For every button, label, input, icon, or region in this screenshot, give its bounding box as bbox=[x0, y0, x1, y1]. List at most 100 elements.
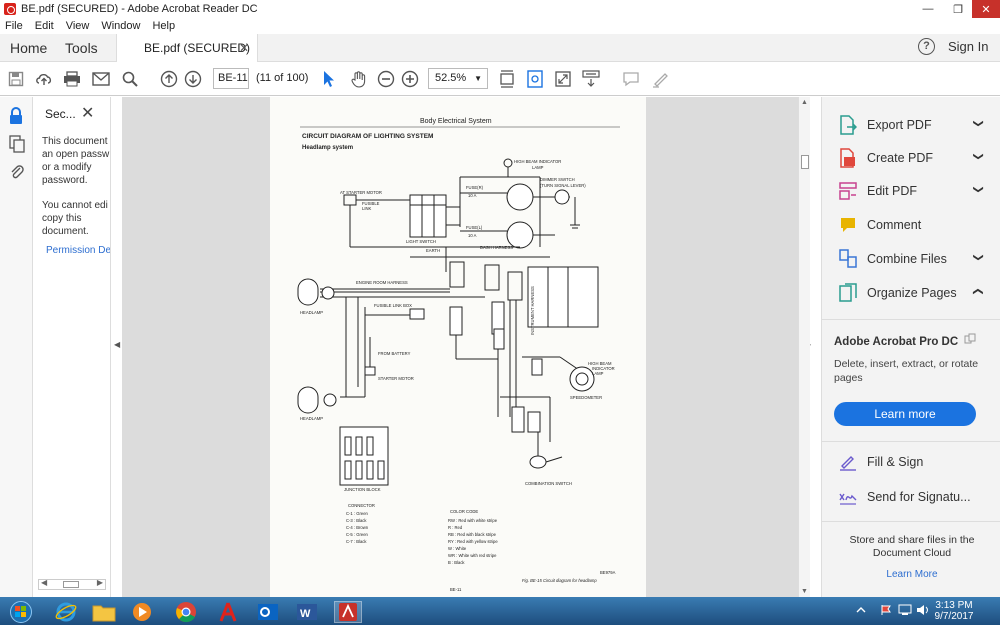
menu-help[interactable]: Help bbox=[152, 20, 175, 32]
send-signature-icon bbox=[838, 487, 858, 507]
send-for-signature-tool[interactable]: Send for Signatu... bbox=[838, 485, 998, 509]
close-panel-icon[interactable]: ✕ bbox=[81, 103, 94, 123]
learn-more-button[interactable]: Learn more bbox=[834, 402, 976, 426]
pages-thumbnails-icon[interactable] bbox=[9, 135, 25, 156]
internet-explorer-icon[interactable] bbox=[52, 601, 80, 623]
label-headlamp-1: HEADLAMP bbox=[300, 310, 323, 315]
organize-pages-tool[interactable]: Organize Pages ❯ bbox=[838, 281, 998, 305]
tray-flag-icon[interactable] bbox=[880, 604, 892, 619]
label-fuse-r-amp: 10 A bbox=[468, 193, 477, 198]
document-tab-label: BE.pdf (SECURED) bbox=[144, 41, 251, 55]
file-explorer-icon[interactable] bbox=[90, 601, 118, 623]
security-text-line: You cannot edi bbox=[42, 200, 108, 211]
cloud-upload-icon[interactable] bbox=[35, 70, 53, 88]
promo-title: Adobe Acrobat Pro DC bbox=[834, 336, 959, 348]
window-title: BE.pdf (SECURED) - Adobe Acrobat Reader … bbox=[21, 3, 258, 15]
attachment-icon[interactable] bbox=[9, 163, 25, 184]
next-page-icon[interactable] bbox=[184, 70, 202, 88]
create-pdf-tool[interactable]: Create PDF ❯ bbox=[838, 146, 998, 170]
label-engine-room: ENGINE ROOM HARNESS bbox=[356, 280, 408, 285]
label-dash: DASH HARNESS bbox=[480, 245, 513, 250]
document-tab[interactable]: BE.pdf (SECURED) ✕ bbox=[116, 34, 258, 62]
organize-pages-icon bbox=[838, 283, 858, 303]
help-icon[interactable]: ? bbox=[918, 38, 935, 55]
chevron-down-icon[interactable]: ❯ bbox=[973, 185, 984, 193]
tab-bar: Home Tools BE.pdf (SECURED) ✕ bbox=[0, 34, 1000, 62]
document-viewer[interactable]: Body Electrical System CIRCUIT DIAGRAM O… bbox=[122, 97, 798, 597]
combine-files-icon bbox=[838, 249, 858, 269]
create-pdf-icon bbox=[838, 148, 858, 168]
highlight-pen-icon[interactable] bbox=[651, 70, 669, 88]
menu-window[interactable]: Window bbox=[101, 20, 140, 32]
menu-bar: File Edit View Window Help bbox=[0, 18, 1000, 34]
word-icon[interactable]: W bbox=[293, 601, 321, 623]
lock-icon[interactable] bbox=[8, 107, 24, 128]
permission-details-link[interactable]: Permission De bbox=[46, 245, 110, 256]
menu-view[interactable]: View bbox=[66, 20, 90, 32]
hand-tool-icon[interactable] bbox=[350, 70, 368, 88]
color-code-item: W : White bbox=[448, 546, 467, 551]
system-clock[interactable]: 3:13 PM 9/7/2017 bbox=[930, 600, 978, 622]
minimize-button[interactable]: — bbox=[914, 0, 942, 18]
tray-volume-icon[interactable] bbox=[916, 604, 930, 619]
promo-pages-icon bbox=[964, 333, 976, 348]
tray-network-icon[interactable] bbox=[898, 604, 912, 619]
chevron-down-icon[interactable]: ❯ bbox=[973, 152, 984, 160]
acrobat-taskbar-icon[interactable] bbox=[214, 601, 242, 623]
fit-page-icon[interactable] bbox=[498, 70, 516, 88]
security-text-line: an open passw bbox=[42, 149, 110, 160]
previous-page-icon[interactable] bbox=[160, 70, 178, 88]
store-learn-more-link[interactable]: Learn More bbox=[832, 569, 992, 580]
outlook-icon[interactable] bbox=[254, 601, 282, 623]
acrobat-reader-active-icon[interactable] bbox=[334, 601, 362, 623]
comment-tool[interactable]: Comment bbox=[838, 213, 998, 237]
maximize-icon[interactable]: ❐ bbox=[944, 0, 972, 18]
chevron-up-icon[interactable]: ❯ bbox=[973, 287, 984, 295]
comment-bubble-icon[interactable] bbox=[622, 70, 640, 88]
combine-files-tool[interactable]: Combine Files ❯ bbox=[838, 247, 998, 271]
chevron-down-icon[interactable]: ❯ bbox=[973, 253, 984, 261]
keyboard-scroll-icon[interactable] bbox=[582, 70, 600, 88]
search-icon[interactable] bbox=[121, 70, 139, 88]
menu-file[interactable]: File bbox=[5, 20, 23, 32]
zoom-select[interactable]: 52.5% ▼ bbox=[428, 68, 488, 89]
save-icon[interactable] bbox=[7, 70, 25, 88]
select-cursor-icon[interactable] bbox=[320, 70, 338, 88]
chrome-icon[interactable] bbox=[172, 601, 200, 623]
fill-sign-icon bbox=[838, 452, 858, 472]
media-player-icon[interactable] bbox=[128, 601, 156, 623]
export-pdf-tool[interactable]: Export PDF ❯ bbox=[838, 113, 998, 137]
collapse-left-panel-icon[interactable]: ◀ bbox=[114, 340, 120, 349]
menu-edit[interactable]: Edit bbox=[35, 20, 54, 32]
tools-tab[interactable]: Tools bbox=[65, 40, 98, 56]
sign-in-link[interactable]: Sign In bbox=[948, 39, 988, 54]
page-footer: BE-11 bbox=[450, 587, 462, 592]
home-tab[interactable]: Home bbox=[10, 40, 47, 56]
toolbar bbox=[0, 62, 1000, 96]
print-icon[interactable] bbox=[63, 70, 81, 88]
close-tab-icon[interactable]: ✕ bbox=[239, 41, 249, 55]
email-icon[interactable] bbox=[92, 70, 110, 88]
connector-item: C-4 : Brown bbox=[346, 525, 369, 530]
combine-files-label: Combine Files bbox=[867, 252, 947, 266]
label-fuse-l: FUSE(L) bbox=[466, 225, 483, 230]
fill-sign-tool[interactable]: Fill & Sign bbox=[838, 450, 998, 474]
zoom-in-icon[interactable] bbox=[401, 70, 419, 88]
chevron-down-icon: ▼ bbox=[474, 74, 482, 83]
horizontal-scrollbar[interactable]: ◀ ▶ bbox=[38, 578, 106, 590]
label-combination: COMBINATION SWITCH bbox=[525, 481, 572, 486]
send-signature-label: Send for Signatu... bbox=[867, 490, 971, 504]
comment-label: Comment bbox=[867, 218, 922, 232]
close-window-button[interactable]: ✕ bbox=[972, 0, 1000, 18]
tray-up-arrow-icon[interactable] bbox=[856, 604, 866, 618]
zoom-out-icon[interactable] bbox=[377, 70, 395, 88]
page-number-input[interactable]: BE-11 bbox=[213, 68, 249, 89]
full-screen-icon[interactable] bbox=[554, 70, 572, 88]
label-instrument: INSTRUMENT HARNESS bbox=[530, 286, 535, 335]
scrollbar-thumb[interactable] bbox=[801, 155, 809, 169]
start-button[interactable] bbox=[4, 601, 38, 623]
rotate-view-icon[interactable] bbox=[526, 70, 544, 88]
chevron-down-icon[interactable]: ❯ bbox=[973, 119, 984, 127]
edit-pdf-tool[interactable]: Edit PDF ❯ bbox=[838, 179, 998, 203]
vertical-scrollbar[interactable]: ▲ ▼ bbox=[798, 97, 810, 597]
